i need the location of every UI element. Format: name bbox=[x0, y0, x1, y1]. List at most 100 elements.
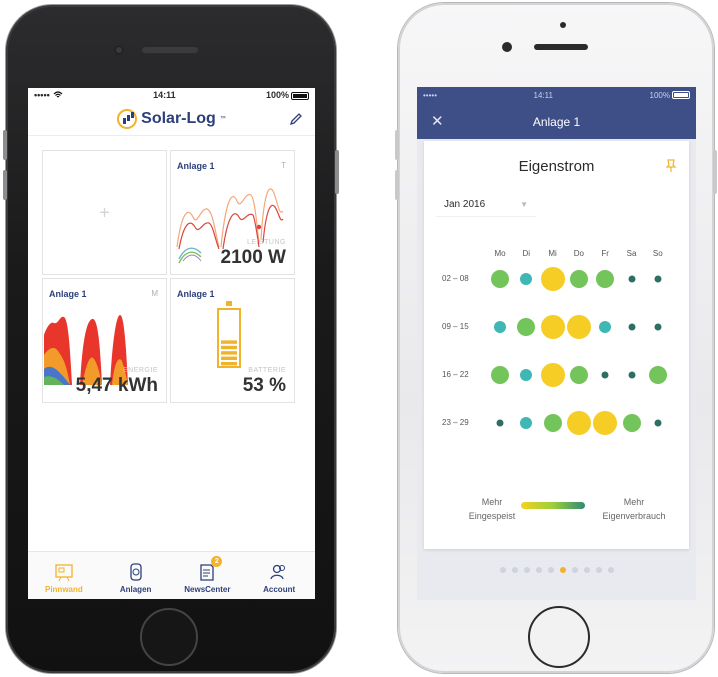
proximity-sensor bbox=[560, 22, 566, 28]
page-dot[interactable] bbox=[607, 567, 614, 573]
page-dot[interactable] bbox=[547, 567, 554, 573]
day-dot[interactable] bbox=[491, 366, 509, 384]
day-dot[interactable] bbox=[540, 363, 565, 387]
status-bar: ••••• 14:11 100% bbox=[417, 87, 696, 103]
tab-label: NewsCenter bbox=[184, 585, 231, 594]
day-dot[interactable] bbox=[654, 323, 662, 331]
home-button[interactable] bbox=[528, 606, 590, 668]
day-dot[interactable] bbox=[540, 267, 565, 291]
tab-label: Pinnwand bbox=[44, 585, 83, 594]
page-dot[interactable] bbox=[523, 567, 530, 573]
page-dot[interactable] bbox=[571, 567, 578, 573]
signal-indicator: ••••• bbox=[423, 90, 438, 100]
day-dot[interactable] bbox=[628, 323, 635, 331]
solarlog-dashboard-screen: ••••• 14:11 100% Solar-Log ™ + Anlage 1 T bbox=[28, 88, 315, 599]
day-dot[interactable] bbox=[628, 275, 635, 283]
battery-bar bbox=[221, 345, 237, 350]
day-dot[interactable] bbox=[520, 369, 533, 381]
app-header: Solar-Log ™ bbox=[28, 102, 315, 136]
battery-icon bbox=[671, 91, 690, 100]
volume-button bbox=[395, 130, 399, 160]
legend-gradient-bar bbox=[521, 502, 585, 509]
pinboard-icon bbox=[55, 564, 73, 582]
day-dot[interactable] bbox=[494, 321, 506, 333]
day-dot[interactable] bbox=[654, 275, 662, 283]
bottom-tab-bar: Pinnwand Anlagen 2 NewsCenter Account bbox=[28, 551, 315, 599]
tab-newscenter[interactable]: 2 NewsCenter bbox=[172, 552, 244, 599]
energy-widget-tile[interactable]: Anlage 1 M ENERGIE 5,47 kWh bbox=[42, 278, 167, 403]
tab-label: Account bbox=[263, 585, 296, 594]
day-dot[interactable] bbox=[520, 273, 533, 285]
tab-account[interactable]: Account bbox=[243, 552, 315, 599]
notification-badge: 2 bbox=[211, 556, 223, 567]
day-dot[interactable] bbox=[628, 371, 635, 379]
battery-bar bbox=[221, 351, 237, 355]
day-dot[interactable] bbox=[496, 419, 504, 427]
power-widget-tile[interactable]: Anlage 1 T LEISTUNG 2100 W bbox=[170, 150, 295, 275]
volume-button bbox=[395, 170, 399, 200]
day-dot[interactable] bbox=[491, 270, 509, 288]
tab-pinnwand[interactable]: Pinnwand bbox=[28, 552, 100, 599]
calendar-heatmap: Mo Di Mi Do Fr Sa So 02 – 08 09 – 15 16 – 22 23 – … bbox=[424, 141, 689, 549]
clock: 14:11 bbox=[153, 90, 176, 100]
day-dot[interactable] bbox=[654, 419, 662, 427]
day-header: Mi bbox=[548, 249, 557, 258]
clock: 14:11 bbox=[533, 90, 553, 100]
day-dot[interactable] bbox=[599, 321, 612, 333]
signal-indicator: ••••• bbox=[34, 90, 50, 100]
day-dot[interactable] bbox=[566, 315, 591, 339]
plus-icon: + bbox=[99, 202, 110, 222]
day-header: So bbox=[652, 249, 663, 258]
day-dot[interactable] bbox=[569, 270, 588, 288]
tile-title: Anlage 1 bbox=[49, 289, 87, 299]
front-camera bbox=[502, 42, 512, 52]
page-dot[interactable] bbox=[511, 567, 518, 573]
volume-button bbox=[3, 130, 7, 160]
edit-pencil-icon[interactable] bbox=[289, 112, 303, 126]
battery-value: 53 % bbox=[242, 375, 286, 396]
day-dot[interactable] bbox=[540, 315, 565, 339]
logo-icon bbox=[117, 108, 138, 129]
page-dot[interactable] bbox=[559, 567, 566, 573]
day-header: Di bbox=[522, 249, 531, 258]
page-dot[interactable] bbox=[583, 567, 590, 573]
day-dot[interactable] bbox=[596, 270, 615, 288]
day-dot[interactable] bbox=[520, 417, 533, 429]
day-dot[interactable] bbox=[622, 414, 641, 432]
front-camera bbox=[114, 45, 124, 55]
power-button bbox=[713, 150, 717, 194]
eigenstrom-screen: ••••• 14:11 100% ✕ Anlage 1 Eigenstrom J… bbox=[417, 87, 696, 600]
battery-percent: 100% bbox=[265, 90, 289, 100]
page-title: Anlage 1 bbox=[532, 115, 581, 129]
battery-widget-tile[interactable]: Anlage 1 BATTERIE 53 % bbox=[170, 278, 295, 403]
page-dot[interactable] bbox=[595, 567, 602, 573]
tile-range: T bbox=[281, 161, 286, 170]
home-button[interactable] bbox=[140, 608, 198, 666]
week-label: 02 – 08 bbox=[442, 274, 469, 283]
add-widget-tile[interactable]: + bbox=[42, 150, 167, 275]
battery-level-icon bbox=[217, 301, 241, 368]
day-dot[interactable] bbox=[569, 366, 588, 384]
eigenstrom-card: Eigenstrom Jan 2016 ▼ Mo Di Mi Do Fr Sa So 02 –… bbox=[424, 141, 689, 549]
day-dot[interactable] bbox=[543, 414, 562, 432]
tile-range: M bbox=[151, 289, 158, 298]
wifi-icon bbox=[53, 91, 63, 98]
day-dot[interactable] bbox=[566, 411, 591, 435]
day-dot[interactable] bbox=[648, 366, 667, 384]
volume-button bbox=[3, 170, 7, 200]
battery-bar bbox=[221, 362, 237, 366]
power-value: 2100 W bbox=[220, 247, 286, 268]
energy-value: 5,47 kWh bbox=[75, 375, 158, 396]
day-header: Mo bbox=[494, 249, 506, 258]
day-dot[interactable] bbox=[517, 318, 536, 336]
day-dot[interactable] bbox=[601, 371, 609, 379]
day-dot[interactable] bbox=[593, 411, 618, 435]
solarlog-logo: Solar-Log ™ bbox=[117, 108, 226, 129]
tile-label: BATTERIE bbox=[248, 367, 286, 374]
page-dot[interactable] bbox=[535, 567, 542, 573]
logo-text: Solar-Log bbox=[141, 109, 216, 127]
battery-percent: 100% bbox=[649, 90, 670, 100]
page-dot[interactable] bbox=[499, 567, 506, 573]
page-indicator bbox=[417, 567, 696, 573]
tab-anlagen[interactable]: Anlagen bbox=[100, 552, 172, 599]
